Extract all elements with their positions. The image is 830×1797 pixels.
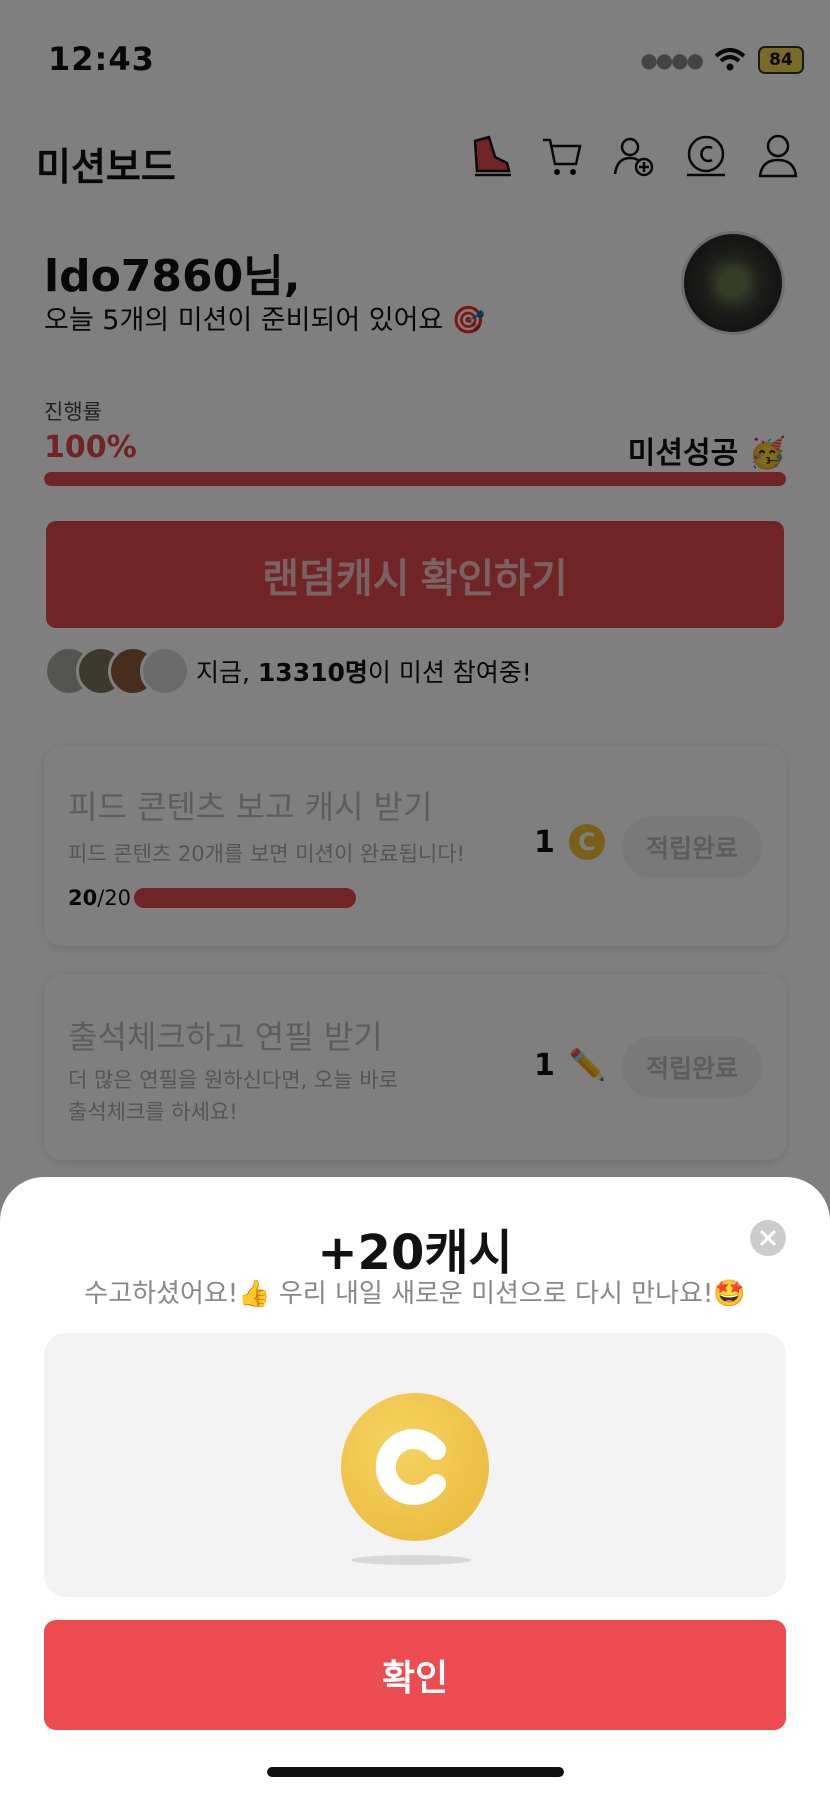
confirm-button[interactable]: 확인 [44, 1620, 786, 1730]
close-icon [759, 1229, 777, 1247]
coin-shadow [351, 1555, 471, 1565]
close-button[interactable] [750, 1220, 786, 1256]
coin-icon [341, 1393, 489, 1541]
reward-display [44, 1333, 786, 1597]
reward-bottom-sheet: +20캐시 수고하셨어요!👍 우리 내일 새로운 미션으로 다시 만나요!🤩 확… [0, 1177, 830, 1797]
home-indicator [267, 1767, 564, 1777]
sheet-subtitle: 수고하셨어요!👍 우리 내일 새로운 미션으로 다시 만나요!🤩 [84, 1279, 746, 1309]
